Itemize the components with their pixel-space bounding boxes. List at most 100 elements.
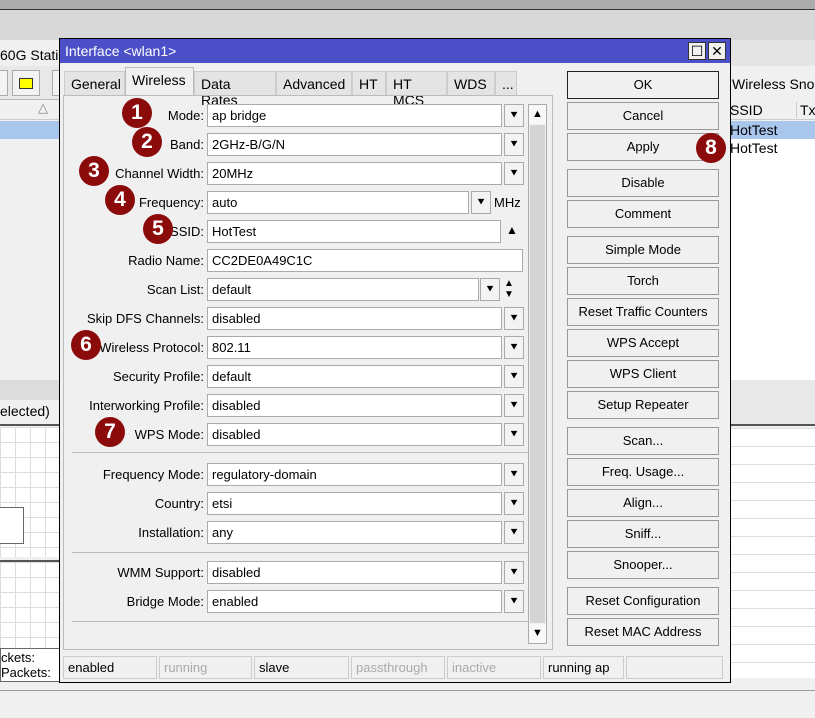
title-bar[interactable]: Interface <wlan1> — [60, 39, 730, 63]
status-cell: enabled — [63, 656, 157, 679]
tab--[interactable]: ... — [495, 71, 517, 95]
dropdown-arrow-icon[interactable]: ⯆ — [504, 590, 524, 613]
field-label: Radio Name: — [128, 253, 204, 268]
tab-wireless-snooper[interactable]: Wireless Snoo — [730, 72, 815, 98]
restore-button[interactable]: ☐ — [688, 42, 706, 60]
field-input[interactable]: etsi — [207, 492, 502, 515]
ok-button[interactable]: OK — [567, 71, 719, 99]
wps-client-button[interactable]: WPS Client — [567, 360, 719, 388]
reset-traffic-counters-button[interactable]: Reset Traffic Counters — [567, 298, 719, 326]
status-cell: running ap — [543, 656, 624, 679]
field-input[interactable]: disabled — [207, 423, 502, 446]
sniff-button[interactable]: Sniff... — [567, 520, 719, 548]
table-row[interactable]: HotTest — [730, 121, 815, 139]
field-label: Mode: — [167, 108, 204, 123]
tab-ht-mcs[interactable]: HT MCS — [386, 71, 447, 108]
field-row: Band: 2GHz-B/G/N ⯆ 2 — [64, 127, 534, 157]
dropdown-arrow-icon[interactable]: ⯆ — [504, 104, 524, 127]
cancel-button[interactable]: Cancel — [567, 102, 719, 130]
field-input[interactable]: default — [207, 365, 502, 388]
table-row[interactable]: HotTest — [730, 139, 815, 157]
tab-wds[interactable]: WDS — [447, 71, 495, 95]
setup-repeater-button[interactable]: Setup Repeater — [567, 391, 719, 419]
field-input[interactable]: ap bridge — [207, 104, 502, 127]
tab-general[interactable]: General — [64, 71, 125, 95]
field-input[interactable]: CC2DE0A49C1C — [207, 249, 523, 272]
field-label: Wireless Protocol: — [99, 340, 204, 355]
freq-usage-button[interactable]: Freq. Usage... — [567, 458, 719, 486]
field-row: Channel Width: 20MHz ⯆ 3 — [64, 156, 534, 186]
disable-button[interactable]: Disable — [567, 169, 719, 197]
interface-dialog: Interface <wlan1> ☐ ✕ General Wireless Dat… — [59, 38, 731, 683]
reset-configuration-button[interactable]: Reset Configuration — [567, 587, 719, 615]
separator — [72, 452, 532, 453]
column-ssid[interactable]: SSID — [730, 102, 763, 118]
field-label: SSID: — [170, 224, 204, 239]
field-input[interactable]: disabled — [207, 561, 502, 584]
simple-mode-button[interactable]: Simple Mode — [567, 236, 719, 264]
scroll-up-icon[interactable]: ▲ — [529, 105, 546, 124]
snooper-button[interactable]: Snooper... — [567, 551, 719, 579]
background-window-tab[interactable]: 60G Statio — [0, 44, 58, 66]
column-tx[interactable]: Tx — [796, 102, 815, 118]
field-label: WPS Mode: — [134, 427, 204, 442]
field-label: Bridge Mode: — [126, 594, 204, 609]
field-row: Scan List: default ⯆ ▲ ▼ — [64, 278, 534, 302]
align-button[interactable]: Align... — [567, 489, 719, 517]
field-input[interactable]: regulatory-domain — [207, 463, 502, 486]
reset-mac-address-button[interactable]: Reset MAC Address — [567, 618, 719, 646]
field-label: Country: — [154, 496, 204, 511]
field-input[interactable]: 802.11 — [207, 336, 502, 359]
collapse-arrow-icon[interactable]: ▲ — [506, 223, 518, 237]
selected-row[interactable] — [0, 121, 60, 139]
dropdown-arrow-icon[interactable]: ⯆ — [504, 521, 524, 544]
dropdown-arrow-icon[interactable]: ⯆ — [480, 278, 500, 301]
field-label: Frequency: — [138, 195, 204, 210]
field-input[interactable]: disabled — [207, 394, 502, 417]
dropdown-arrow-icon[interactable]: ⯆ — [471, 191, 491, 214]
dropdown-arrow-icon[interactable]: ⯆ — [504, 394, 524, 417]
unit-label: MHz — [494, 195, 521, 210]
field-row: Country: etsi ⯆ — [64, 492, 534, 516]
tab-wireless[interactable]: Wireless — [125, 67, 194, 95]
field-label: Scan List: — [146, 282, 204, 297]
field-input[interactable]: default — [207, 278, 479, 301]
dropdown-arrow-icon[interactable]: ⯆ — [504, 133, 524, 156]
scrollbar[interactable]: ▲ ▼ — [528, 104, 547, 644]
field-label: Installation: — [138, 525, 204, 540]
field-input[interactable]: disabled — [207, 307, 502, 330]
dropdown-arrow-icon[interactable]: ⯆ — [504, 336, 524, 359]
field-input[interactable]: HotTest — [207, 220, 501, 243]
close-button[interactable]: ✕ — [708, 42, 726, 60]
separator — [72, 621, 532, 622]
add-remove-arrows-icon[interactable]: ▲ ▼ — [504, 278, 514, 300]
field-input[interactable]: 2GHz-B/G/N — [207, 133, 502, 156]
dropdown-arrow-icon[interactable]: ⯆ — [504, 492, 524, 515]
field-row: Frequency Mode: regulatory-domain ⯆ — [64, 463, 534, 487]
field-input[interactable]: 20MHz — [207, 162, 502, 185]
sort-icon: △ — [0, 100, 60, 120]
scan-button[interactable]: Scan... — [567, 427, 719, 455]
dropdown-arrow-icon[interactable]: ⯆ — [504, 463, 524, 486]
tab-advanced[interactable]: Advanced — [276, 71, 352, 95]
field-input[interactable]: enabled — [207, 590, 502, 613]
scroll-down-icon[interactable]: ▼ — [529, 624, 546, 643]
torch-button[interactable]: Torch — [567, 267, 719, 295]
comment-icon[interactable] — [12, 70, 40, 96]
comment-button[interactable]: Comment — [567, 200, 719, 228]
dropdown-arrow-icon[interactable]: ⯆ — [504, 307, 524, 330]
field-input[interactable]: any — [207, 521, 502, 544]
tab-ht[interactable]: HT — [352, 71, 386, 95]
scroll-thumb[interactable] — [530, 125, 545, 623]
dropdown-arrow-icon[interactable]: ⯆ — [504, 561, 524, 584]
dropdown-arrow-icon[interactable]: ⯆ — [504, 423, 524, 446]
badge-4: 4 — [105, 185, 135, 215]
tab-data-rates[interactable]: Data Rates — [194, 71, 276, 108]
dropdown-arrow-icon[interactable]: ⯆ — [504, 162, 524, 185]
field-input[interactable]: auto — [207, 191, 469, 214]
selected-count: elected) — [0, 400, 60, 426]
wps-accept-button[interactable]: WPS Accept — [567, 329, 719, 357]
dropdown-arrow-icon[interactable]: ⯆ — [504, 365, 524, 388]
field-row: Frequency: auto ⯆ MHz 4 — [64, 185, 534, 215]
separator — [72, 552, 532, 553]
